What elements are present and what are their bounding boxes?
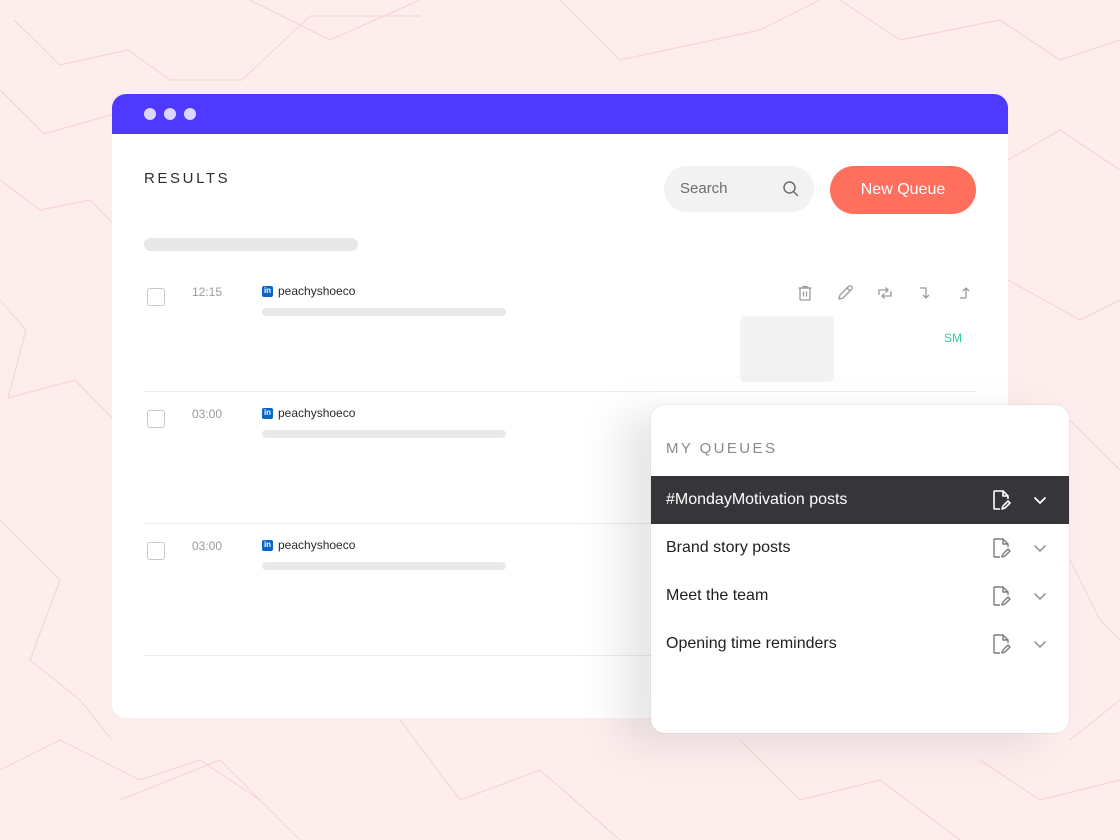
linkedin-icon: in <box>262 407 273 419</box>
results-title: RESULTS <box>144 170 231 187</box>
my-queues-panel: MY QUEUES #MondayMotivation posts Brand … <box>651 405 1069 733</box>
window-dot-2[interactable] <box>164 108 176 120</box>
account-name: peachyshoeco <box>278 538 356 552</box>
linkedin-icon: in <box>262 539 273 551</box>
post-account[interactable]: in peachyshoeco <box>262 406 355 420</box>
search-placeholder: Search <box>680 180 728 197</box>
queues-title: MY QUEUES <box>666 440 778 457</box>
pencil-icon[interactable] <box>836 284 854 302</box>
move-up-icon[interactable] <box>956 284 974 302</box>
chevron-down-icon[interactable] <box>1032 636 1048 652</box>
queue-item-meet-the-team[interactable]: Meet the team <box>651 572 1069 620</box>
chevron-down-icon[interactable] <box>1032 540 1048 556</box>
account-name: peachyshoeco <box>278 284 356 298</box>
chevron-down-icon[interactable] <box>1032 492 1048 508</box>
queue-item-opening-time[interactable]: Opening time reminders <box>651 620 1069 668</box>
author-initials: SM <box>944 331 962 345</box>
window-titlebar <box>112 94 1008 134</box>
post-account[interactable]: in peachyshoeco <box>262 538 355 552</box>
window-dot-1[interactable] <box>144 108 156 120</box>
queue-item-brand-story[interactable]: Brand story posts <box>651 524 1069 572</box>
search-icon[interactable] <box>782 180 800 198</box>
post-time: 03:00 <box>192 407 223 421</box>
chevron-down-icon[interactable] <box>1032 588 1048 604</box>
edit-document-icon[interactable] <box>990 489 1012 511</box>
post-row: 12:15 in peachyshoeco SM <box>144 270 976 392</box>
post-image-placeholder <box>740 316 834 382</box>
post-checkbox[interactable] <box>147 542 165 560</box>
search-input[interactable]: Search <box>664 166 814 212</box>
linkedin-icon: in <box>262 285 273 297</box>
post-checkbox[interactable] <box>147 410 165 428</box>
post-time: 03:00 <box>192 539 223 553</box>
post-text-placeholder <box>262 308 506 316</box>
new-queue-button[interactable]: New Queue <box>830 166 976 214</box>
post-checkbox[interactable] <box>147 288 165 306</box>
trash-icon[interactable] <box>796 284 814 302</box>
post-time: 12:15 <box>192 285 223 299</box>
post-actions <box>796 284 974 302</box>
post-account[interactable]: in peachyshoeco <box>262 284 355 298</box>
repost-icon[interactable] <box>876 284 894 302</box>
account-name: peachyshoeco <box>278 406 356 420</box>
post-text-placeholder <box>262 430 506 438</box>
move-down-icon[interactable] <box>916 284 934 302</box>
edit-document-icon[interactable] <box>990 633 1012 655</box>
post-text-placeholder <box>262 562 506 570</box>
queue-item-monday-motivation[interactable]: #MondayMotivation posts <box>651 476 1069 524</box>
window-dot-3[interactable] <box>184 108 196 120</box>
loading-placeholder <box>144 238 358 251</box>
edit-document-icon[interactable] <box>990 537 1012 559</box>
edit-document-icon[interactable] <box>990 585 1012 607</box>
